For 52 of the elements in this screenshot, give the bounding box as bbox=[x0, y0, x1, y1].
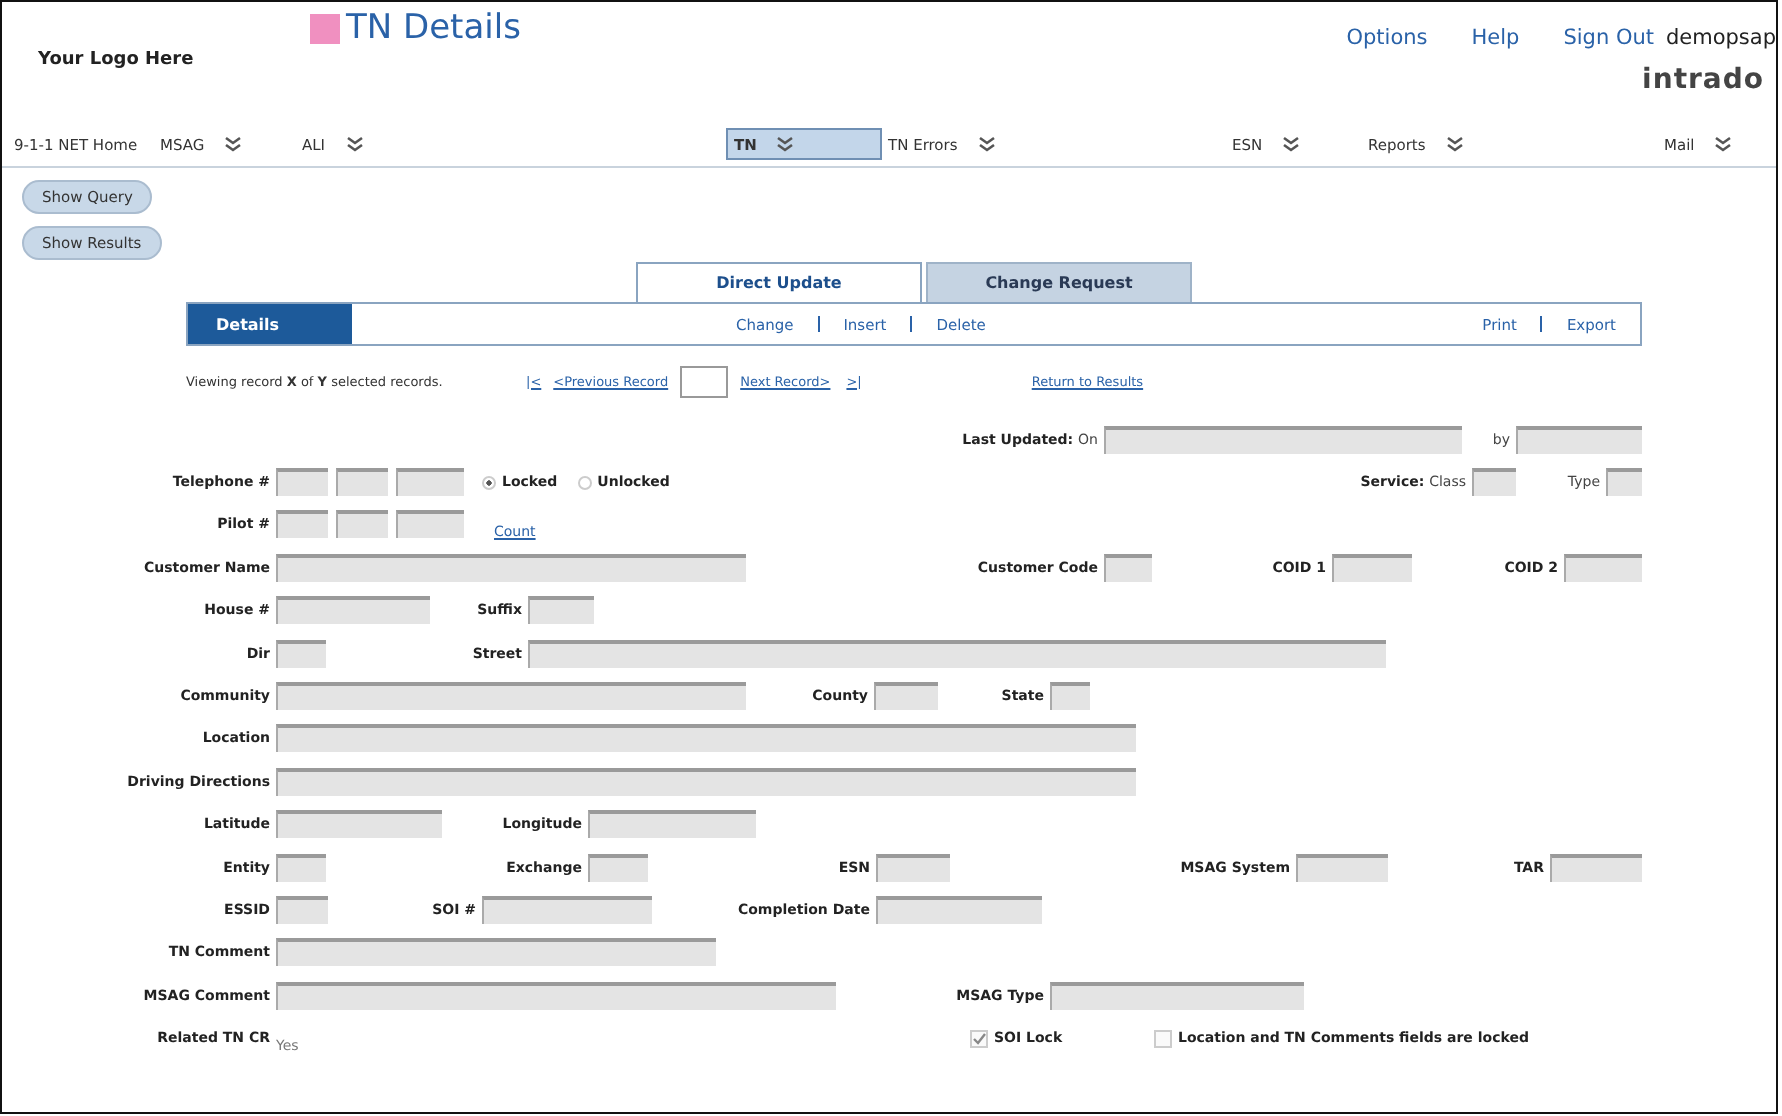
page-title: TN Details bbox=[346, 8, 521, 48]
logo-text: Your Logo Here bbox=[38, 50, 194, 70]
input-field[interactable] bbox=[528, 639, 1386, 668]
input-field[interactable] bbox=[276, 724, 1136, 753]
input-field[interactable] bbox=[276, 981, 836, 1010]
tab[interactable]: Change Request bbox=[926, 262, 1192, 302]
radio-button[interactable] bbox=[577, 475, 592, 490]
input-field[interactable] bbox=[276, 938, 716, 967]
input-field[interactable] bbox=[276, 553, 746, 582]
record-number-field[interactable] bbox=[680, 366, 729, 398]
input-field[interactable] bbox=[276, 810, 442, 839]
checkbox[interactable] bbox=[1154, 1029, 1172, 1048]
input-field[interactable] bbox=[1564, 553, 1642, 582]
tab[interactable]: Direct Update bbox=[636, 262, 922, 302]
input-field[interactable] bbox=[396, 510, 464, 539]
input-field[interactable] bbox=[1104, 553, 1152, 582]
user-name: demopsap bbox=[1665, 26, 1776, 50]
input-field[interactable] bbox=[336, 468, 388, 497]
input-field[interactable] bbox=[276, 767, 1136, 796]
header-link[interactable]: Sign Out bbox=[1563, 26, 1654, 50]
input-field[interactable] bbox=[396, 468, 464, 497]
header-link[interactable]: Help bbox=[1471, 26, 1520, 50]
section-title: Details bbox=[188, 304, 352, 344]
input-field[interactable] bbox=[1050, 682, 1090, 711]
input-field[interactable] bbox=[528, 596, 594, 625]
input-field[interactable] bbox=[276, 853, 326, 882]
input-field[interactable] bbox=[276, 468, 328, 497]
input-field[interactable] bbox=[336, 510, 388, 539]
input-field[interactable] bbox=[1332, 553, 1412, 582]
input-field[interactable] bbox=[588, 853, 648, 882]
input-field[interactable] bbox=[276, 596, 430, 625]
input-field[interactable] bbox=[276, 895, 328, 924]
input-field[interactable] bbox=[276, 639, 326, 668]
input-field[interactable] bbox=[1550, 853, 1642, 882]
square-icon bbox=[310, 14, 340, 44]
input-field[interactable] bbox=[276, 510, 328, 539]
checkbox[interactable] bbox=[970, 1029, 988, 1048]
input-field[interactable] bbox=[1516, 425, 1642, 454]
input-field[interactable] bbox=[1104, 425, 1462, 454]
input-field[interactable] bbox=[876, 895, 1042, 924]
input-field[interactable] bbox=[588, 810, 756, 839]
input-field[interactable] bbox=[1606, 468, 1642, 497]
input-field[interactable] bbox=[1050, 981, 1304, 1010]
input-field[interactable] bbox=[876, 853, 950, 882]
input-field[interactable] bbox=[874, 682, 938, 711]
input-field[interactable] bbox=[482, 895, 652, 924]
header-link[interactable]: Options bbox=[1346, 26, 1428, 50]
brand-logo: intrado bbox=[1642, 64, 1764, 96]
radio-button[interactable] bbox=[482, 475, 496, 490]
input-field[interactable] bbox=[1296, 853, 1388, 882]
input-field[interactable] bbox=[276, 682, 746, 711]
input-field[interactable] bbox=[1472, 468, 1516, 497]
